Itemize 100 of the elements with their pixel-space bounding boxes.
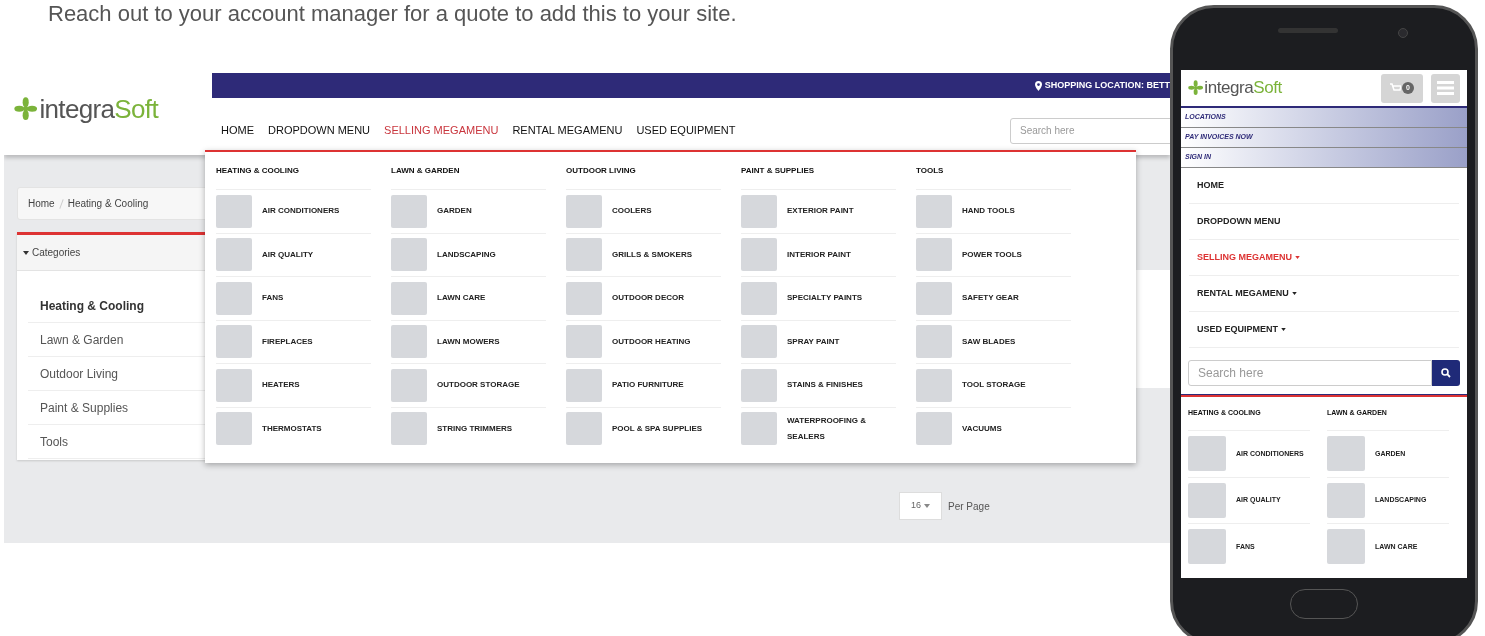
per-page-label: Per Page [948, 499, 990, 514]
nav-link[interactable]: HOME [1197, 178, 1224, 193]
caption: Reach out to your account manager for a quote to add this to your site. [48, 0, 737, 28]
product-photo [391, 281, 427, 315]
category-link[interactable]: SAFETY GEAR [962, 290, 1019, 307]
product-photo [566, 194, 602, 228]
category-link[interactable]: OUTDOOR DECOR [612, 290, 684, 307]
location-text[interactable]: SHOPPING LOCATION: BETT [1034, 78, 1170, 93]
category-link[interactable]: SPRAY PAINT [787, 333, 840, 350]
search-icon [1441, 368, 1451, 378]
product-photo [391, 368, 427, 402]
product-photo [1188, 436, 1226, 472]
product-photo [391, 194, 427, 228]
category-link[interactable]: OUTDOOR HEATING [612, 333, 691, 350]
product-photo [1188, 482, 1226, 518]
nav-link[interactable]: RENTAL MEGAMENU [512, 122, 623, 139]
product-photo [916, 368, 952, 402]
camera-lens [1398, 28, 1408, 38]
category-link[interactable]: POOL & SPA SUPPLIES [612, 420, 703, 437]
nav-link[interactable]: USED EQUIPMENT [636, 122, 736, 139]
category-link[interactable]: STAINS & FINISHES [787, 377, 863, 394]
category-link[interactable]: INTERIOR PAINT [787, 246, 851, 263]
category-link[interactable]: LAWN CARE [437, 290, 486, 307]
category-link[interactable]: AIR CONDITIONERS [262, 203, 340, 220]
category-link[interactable]: Outdoor Living [40, 364, 119, 383]
column-heading: OUTDOOR LIVING [566, 164, 637, 177]
product-photo [741, 238, 777, 272]
cart-icon [1390, 83, 1401, 93]
product-photo [391, 325, 427, 359]
category-link[interactable]: THERMOSTATS [262, 420, 322, 437]
product-photo [741, 194, 777, 228]
category-link[interactable]: STRING TRIMMERS [437, 420, 513, 437]
category-link[interactable]: OUTDOOR STORAGE [437, 377, 520, 394]
category-link[interactable]: AIR QUALITY [262, 246, 314, 263]
logo[interactable]: integraSoft [1188, 75, 1282, 101]
category-link[interactable]: FIREPLACES [262, 333, 313, 350]
map-pin-icon [1034, 80, 1042, 91]
product-photo [216, 281, 252, 315]
menu-icon [1437, 81, 1454, 95]
category-link[interactable]: GRILLS & SMOKERS [612, 246, 692, 263]
caret-icon [924, 504, 930, 508]
category-link[interactable]: Heating & Cooling [40, 296, 144, 315]
nav-link[interactable]: DROPDOWN MENU [1197, 214, 1281, 229]
category-link[interactable]: SPECIALTY PAINTS [787, 290, 863, 307]
product-photo [216, 412, 252, 446]
nav-link[interactable]: USED EQUIPMENT [1197, 322, 1286, 337]
search-field[interactable]: Search here [1188, 360, 1432, 386]
category-link[interactable]: SAW BLADES [962, 333, 1016, 350]
product-photo [741, 412, 777, 446]
product-photo [566, 281, 602, 315]
nav-link[interactable]: RENTAL MEGAMENU [1197, 286, 1297, 301]
product-photo [391, 412, 427, 446]
nav-link[interactable]: DROPDOWN MENU [268, 122, 371, 139]
categories-title[interactable]: Categories [32, 245, 81, 260]
nav-link[interactable]: HOME [221, 122, 254, 139]
category-link[interactable]: Paint & Supplies [40, 398, 129, 417]
caret-icon [1295, 256, 1300, 259]
product-photo [566, 368, 602, 402]
category-link[interactable]: TOOL STORAGE [962, 377, 1026, 394]
product-photo [741, 368, 777, 402]
product-photo [1327, 436, 1365, 472]
product-photo [916, 281, 952, 315]
product-photo [916, 325, 952, 359]
product-photo [566, 412, 602, 446]
column-heading: PAINT & SUPPLIES [741, 164, 816, 177]
product-photo [566, 238, 602, 272]
category-link[interactable]: LAWN MOWERS [437, 333, 500, 350]
nav-link[interactable]: SELLING MEGAMENU [384, 122, 499, 139]
category-link[interactable]: Tools [40, 432, 68, 451]
caret-icon [1291, 292, 1297, 295]
category-link[interactable]: VACUUMS [962, 420, 1002, 437]
column-heading: TOOLS [916, 164, 945, 177]
product-photo [216, 238, 252, 272]
category-link[interactable]: HAND TOOLS [962, 203, 1015, 220]
product-photo [216, 368, 252, 402]
category-link[interactable]: PATIO FURNITURE [612, 377, 684, 394]
nav-link[interactable]: SELLING MEGAMENU [1197, 250, 1300, 265]
column-heading: HEATING & COOLING [216, 164, 300, 177]
category-link[interactable]: COOLERS [612, 203, 652, 220]
breadcrumb-link[interactable]: Home [28, 196, 55, 211]
caret-icon [23, 250, 29, 255]
category-link[interactable]: EXTERIOR PAINT [787, 203, 854, 220]
product-photo [216, 325, 252, 359]
logo[interactable]: integraSoft [14, 89, 158, 129]
product-photo [391, 238, 427, 272]
caret-icon [1281, 328, 1286, 331]
search-field[interactable]: Search here [1010, 117, 1170, 144]
category-link[interactable]: Lawn & Garden [40, 330, 124, 349]
per-page-select[interactable]: 16 [899, 492, 942, 520]
category-link[interactable]: HEATERS [262, 377, 300, 394]
product-photo [1327, 482, 1365, 518]
category-link[interactable]: GARDEN [437, 203, 472, 220]
menu-button[interactable] [1431, 73, 1460, 103]
product-photo [741, 325, 777, 359]
category-link[interactable]: POWER TOOLS [962, 246, 1022, 263]
breadcrumb-link[interactable]: Heating & Cooling [67, 196, 149, 211]
category-link[interactable]: LANDSCAPING [437, 246, 496, 263]
category-link[interactable]: WATERPROOFING & SEALERS [787, 412, 896, 445]
search-button[interactable] [1432, 360, 1460, 386]
category-link[interactable]: FANS [262, 290, 284, 307]
